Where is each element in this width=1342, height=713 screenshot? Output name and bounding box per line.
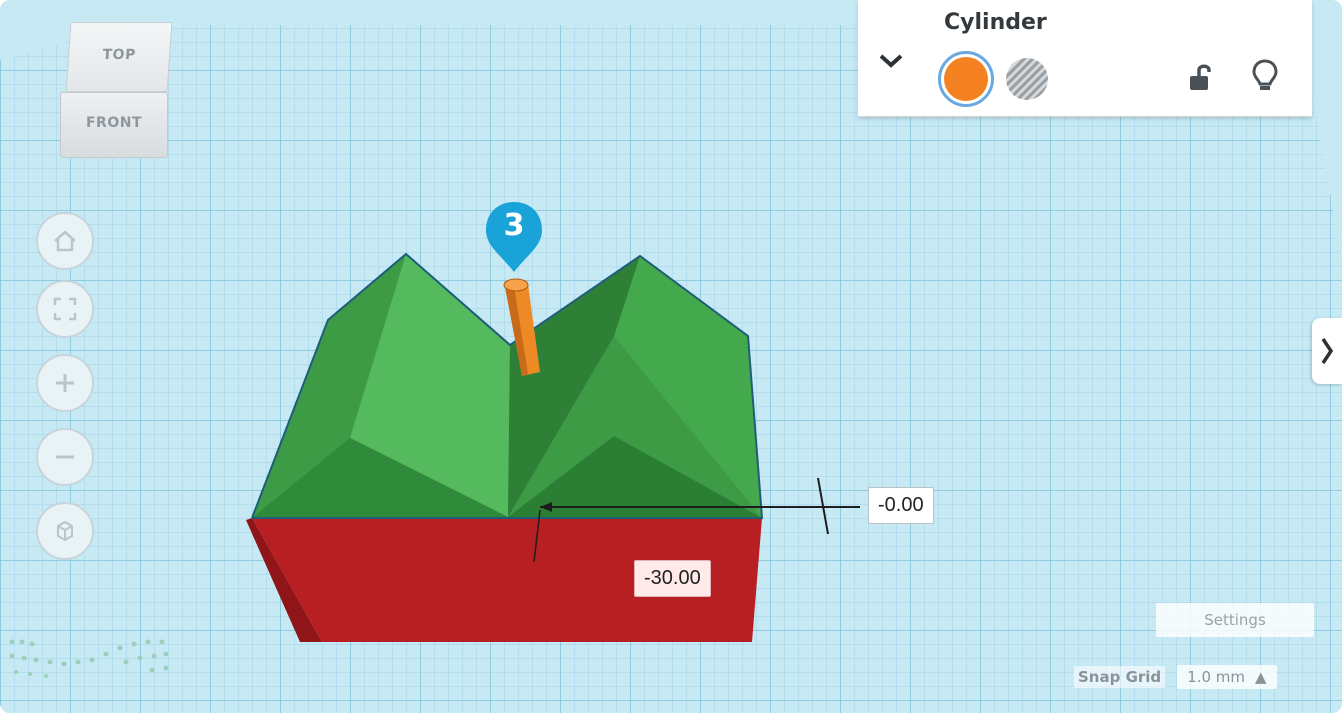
lightbulb-icon (1252, 59, 1278, 90)
zoom-out-icon (56, 455, 74, 459)
fit-view-icon (53, 297, 77, 321)
caret-up-icon: ▲ (1255, 668, 1267, 686)
perspective-button[interactable] (36, 502, 94, 560)
hole-button[interactable] (1006, 58, 1048, 100)
chevron-down-icon (879, 54, 903, 68)
perspective-icon (57, 520, 73, 542)
snap-grid-control: Snap Grid 1.0 mm ▲ (1074, 664, 1277, 690)
collapse-inspector-button[interactable] (874, 44, 908, 78)
fit-view-button[interactable] (36, 280, 94, 338)
step-callout: 3 (484, 200, 544, 274)
zoom-in-button[interactable] (36, 354, 94, 412)
snap-grid-select[interactable]: 1.0 mm ▲ (1177, 665, 1277, 689)
snap-grid-value: 1.0 mm (1187, 668, 1246, 686)
shape-inspector-panel: Cylinder (858, 0, 1312, 117)
callout-number: 3 (503, 208, 525, 243)
home-view-button[interactable] (36, 212, 94, 270)
settings-button[interactable]: Settings (1156, 603, 1314, 637)
view-cube-front-label: FRONT (85, 115, 142, 131)
solid-color-swatch (944, 57, 988, 101)
zoom-out-button[interactable] (36, 428, 94, 486)
snap-grid-label: Snap Grid (1074, 666, 1166, 688)
z-offset-field[interactable]: -30.00 (634, 560, 711, 597)
view-cube[interactable]: TOP FRONT (60, 22, 173, 158)
zoom-in-icon (56, 374, 74, 392)
lock-button[interactable] (1188, 62, 1214, 92)
view-cube-top-face[interactable]: TOP (65, 22, 173, 92)
x-offset-field[interactable]: -0.00 (868, 487, 934, 524)
shape-name[interactable]: Cylinder (944, 10, 1047, 35)
decorative-dots (9, 639, 169, 678)
visibility-button[interactable] (1252, 58, 1278, 94)
solid-color-button[interactable] (938, 51, 994, 107)
view-cube-front-face[interactable]: FRONT (60, 92, 168, 158)
chevron-right-icon (1321, 338, 1334, 364)
expand-sidebar-button[interactable] (1312, 318, 1342, 384)
home-view-icon (54, 230, 76, 252)
view-cube-top-label: TOP (101, 47, 137, 63)
workplane-viewport[interactable]: TOP FRONT 3 -0.00 -30.00 Cylinder Settin… (0, 0, 1342, 713)
lock-open-icon (1190, 64, 1211, 90)
